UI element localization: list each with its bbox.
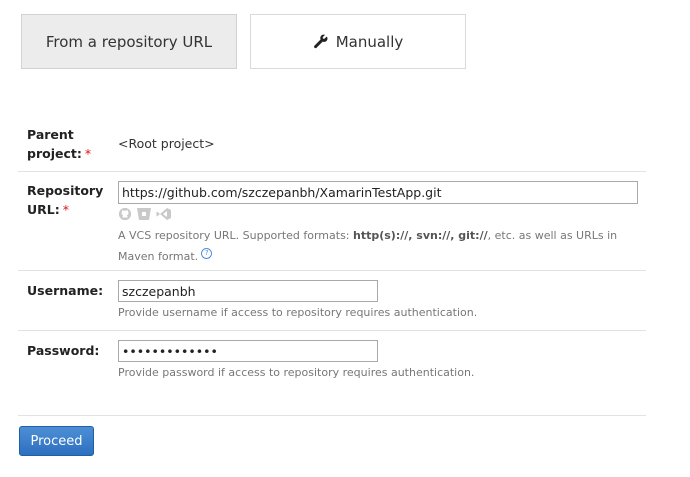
visual-studio-icon[interactable] <box>156 206 172 225</box>
parent-project-label: Parent project: * <box>27 125 107 163</box>
parent-project-value: <Root project> <box>118 136 215 151</box>
password-field-group: Provide password if access to repository… <box>118 340 474 383</box>
create-project-form: Parent project: * <Root project> Reposito… <box>18 117 646 416</box>
tab-from-repository-url-label: From a repository URL <box>45 32 213 51</box>
repository-url-row: Repository URL:* A VCS repository URL. S… <box>18 172 646 271</box>
repository-url-note: A VCS repository URL. Supported formats:… <box>118 225 638 267</box>
parent-project-label-text: Parent project: <box>27 127 82 161</box>
tab-manually-label: Manually <box>335 32 404 51</box>
wrench-icon <box>313 34 328 49</box>
password-input[interactable] <box>118 340 378 362</box>
repository-url-field-group: A VCS repository URL. Supported formats:… <box>118 181 638 267</box>
username-label: Username: <box>27 283 104 298</box>
repository-url-note-formats: http(s)://, svn://, git:// <box>353 229 488 242</box>
repository-url-label: Repository URL: * <box>27 181 107 219</box>
vcs-icons <box>118 207 638 223</box>
tab-manually[interactable]: Manually <box>250 14 466 69</box>
username-row: Username: Provide username if access to … <box>18 271 646 331</box>
proceed-button[interactable]: Proceed <box>19 426 94 456</box>
required-mark: * <box>84 146 92 161</box>
repository-url-input[interactable] <box>118 181 638 204</box>
help-icon[interactable]: ? <box>201 248 213 259</box>
required-mark: * <box>62 202 69 217</box>
username-input[interactable] <box>118 280 378 302</box>
password-row: Password: Provide password if access to … <box>18 331 646 416</box>
repository-url-note-prefix: A VCS repository URL. Supported formats: <box>118 229 354 242</box>
github-icon[interactable] <box>118 206 132 225</box>
bitbucket-icon[interactable] <box>136 206 152 225</box>
tab-from-repository-url[interactable]: From a repository URL <box>21 14 237 69</box>
username-note: Provide username if access to repository… <box>118 306 478 319</box>
password-note: Provide password if access to repository… <box>118 366 475 379</box>
password-label: Password: <box>27 343 100 358</box>
username-field-group: Provide username if access to repository… <box>118 280 477 323</box>
parent-project-row: Parent project: * <Root project> <box>18 117 646 172</box>
